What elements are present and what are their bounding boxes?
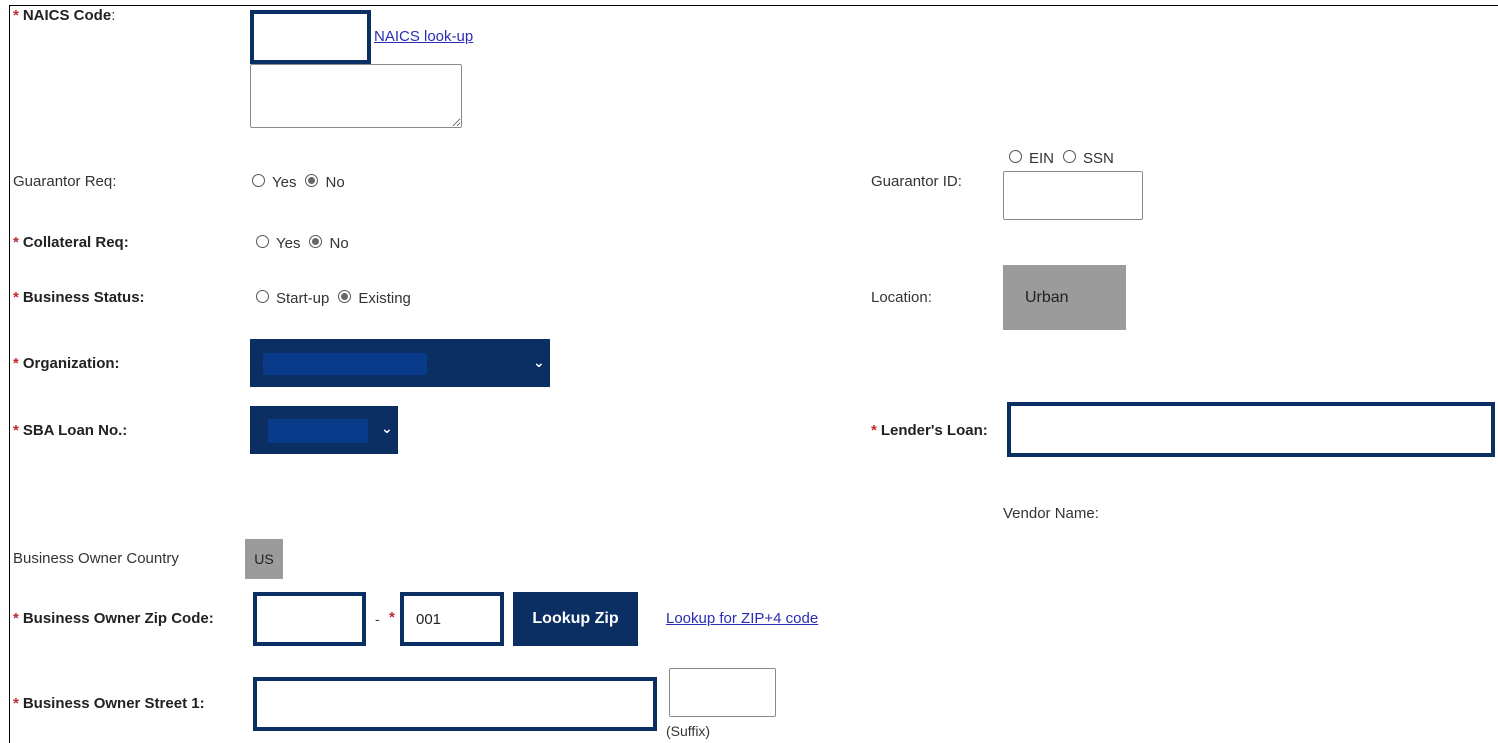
zip4-lookup-link[interactable]: Lookup for ZIP+4 code <box>666 610 818 627</box>
ein-radio-label: EIN <box>1029 150 1055 167</box>
existing-radio[interactable] <box>338 290 352 303</box>
collateral-req-yes-radio[interactable] <box>256 235 269 248</box>
guarantor-id-input[interactable] <box>1003 171 1143 220</box>
guarantor-req-yes-radio[interactable] <box>252 174 265 187</box>
collateral-req-yes-label: Yes <box>276 235 301 252</box>
vendor-name-label: Vendor Name: <box>1003 505 1099 522</box>
business-status-label: * Business Status: <box>13 289 145 306</box>
existing-radio-label: Existing <box>358 290 411 307</box>
guarantor-req-yes-label: Yes <box>272 174 297 191</box>
suffix-input[interactable] <box>669 668 776 717</box>
business-status-group: Start-up Existing <box>256 290 411 307</box>
collateral-req-no-label: No <box>329 235 349 252</box>
organization-select[interactable]: ⌄ <box>250 339 550 387</box>
naics-code-label: * NAICS Code: <box>13 7 116 24</box>
form-frame <box>9 5 1498 743</box>
lenders-loan-input[interactable] <box>1007 402 1495 457</box>
lenders-loan-label: * Lender's Loan: <box>871 422 988 439</box>
zip-code-input[interactable] <box>253 592 366 646</box>
guarantor-id-label: Guarantor ID: <box>871 173 962 190</box>
owner-zip-label: * Business Owner Zip Code: <box>13 610 214 627</box>
guarantor-id-type-group: EIN SSN <box>1009 150 1114 167</box>
naics-lookup-link[interactable]: NAICS look-up <box>374 28 473 45</box>
zip4-input[interactable] <box>400 592 504 646</box>
ein-radio[interactable] <box>1009 150 1022 163</box>
startup-radio-label: Start-up <box>276 290 330 307</box>
naics-description-textarea[interactable] <box>250 64 462 128</box>
guarantor-req-no-radio[interactable] <box>305 174 319 187</box>
guarantor-req-label: Guarantor Req: <box>13 173 117 190</box>
owner-country-label: Business Owner Country <box>13 550 179 567</box>
suffix-label: (Suffix) <box>666 723 711 739</box>
guarantor-req-group: Yes No <box>252 174 345 191</box>
sba-loan-label: * SBA Loan No.: <box>13 422 128 439</box>
sba-loan-select[interactable]: ⌄ <box>250 406 398 454</box>
location-value: Urban <box>1003 265 1126 330</box>
guarantor-req-no-label: No <box>325 174 345 191</box>
owner-street-label: * Business Owner Street 1: <box>13 695 205 712</box>
naics-code-input[interactable] <box>250 10 371 64</box>
collateral-req-label: * Collateral Req: <box>13 234 129 251</box>
startup-radio[interactable] <box>256 290 269 303</box>
zip-dash: - <box>375 611 380 627</box>
collateral-req-no-radio[interactable] <box>309 235 323 248</box>
lookup-zip-button[interactable]: Lookup Zip <box>513 592 638 646</box>
ssn-radio-label: SSN <box>1083 150 1114 167</box>
sba-loan-select-value-redacted <box>268 419 368 443</box>
collateral-req-group: Yes No <box>256 235 349 252</box>
location-label: Location: <box>871 289 932 306</box>
street1-input[interactable] <box>253 677 657 731</box>
chevron-down-icon: ⌄ <box>381 420 393 436</box>
chevron-down-icon: ⌄ <box>533 354 545 370</box>
organization-select-value-redacted <box>263 353 427 375</box>
organization-label: * Organization: <box>13 355 120 372</box>
owner-country-value: US <box>245 539 283 579</box>
ssn-radio[interactable] <box>1063 150 1077 163</box>
zip4-required-mark: * <box>389 609 395 626</box>
